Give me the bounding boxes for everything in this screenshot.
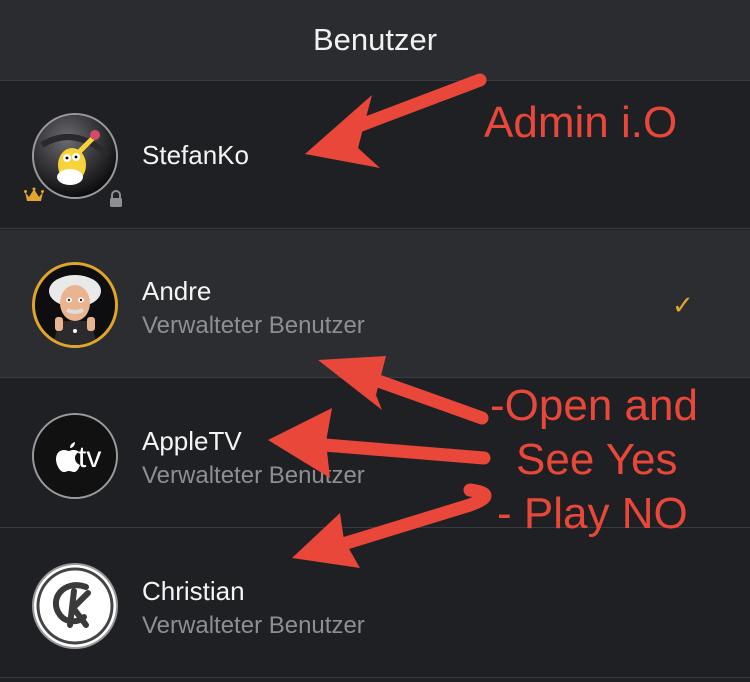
arrow-to-christian: [323, 483, 492, 555]
arrow-to-appletv: [293, 436, 491, 465]
arrow-head-stefanko: [305, 95, 380, 168]
annotation-play-no: - Play NO: [497, 489, 688, 538]
annotation-see-yes: See Yes: [516, 435, 678, 484]
arrow-head-appletv: [268, 408, 332, 478]
annotation-admin: Admin i.O: [484, 98, 678, 147]
arrow-head-andre: [318, 356, 386, 410]
arrow-to-andre: [363, 371, 489, 425]
annotation-open-and: -Open and: [490, 381, 698, 430]
